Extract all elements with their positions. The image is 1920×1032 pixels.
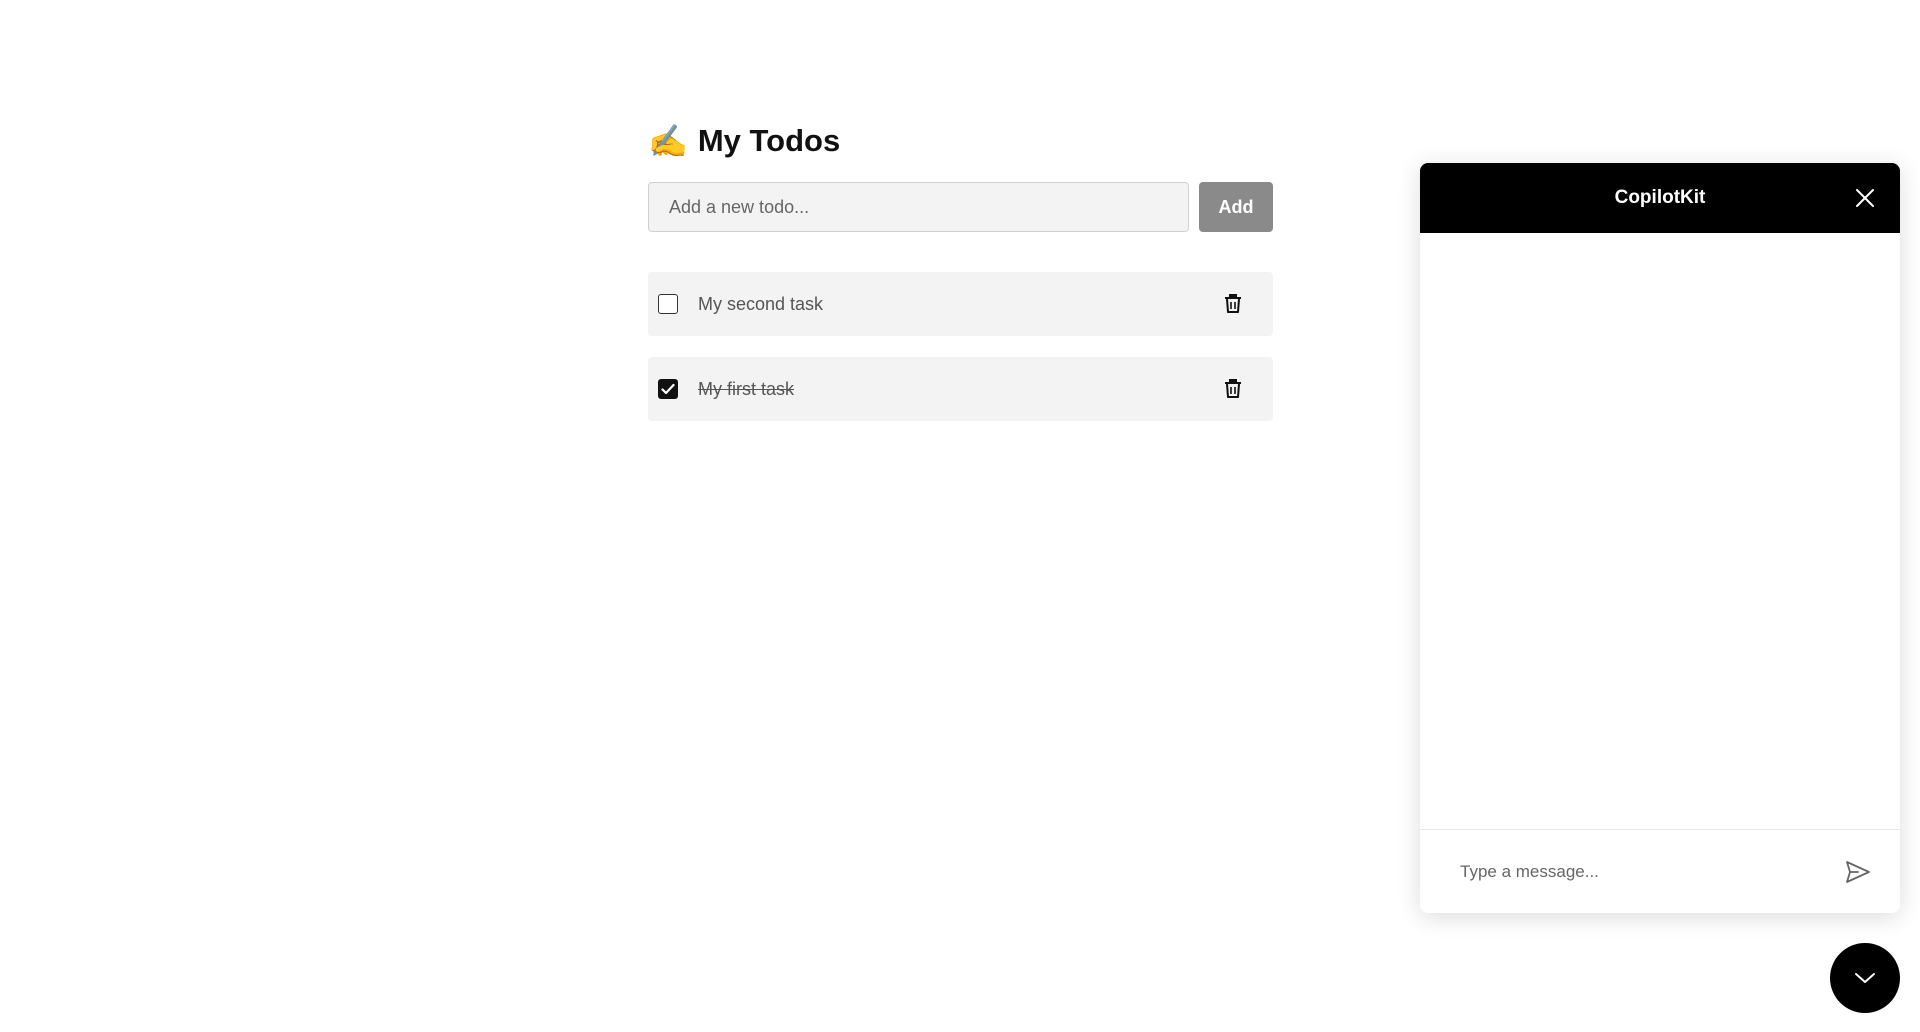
chat-header: CopilotKit	[1420, 163, 1900, 233]
close-icon	[1856, 189, 1874, 207]
page-title: My Todos	[697, 123, 841, 158]
send-icon	[1846, 860, 1870, 883]
todo-text: My second task	[698, 293, 824, 314]
add-button[interactable]: Add	[1199, 182, 1273, 232]
delete-button[interactable]	[1215, 371, 1251, 407]
todo-app: ✍️ My Todos Add My second task	[648, 118, 1273, 442]
todo-checkbox[interactable]	[658, 379, 678, 399]
check-icon	[661, 383, 675, 395]
add-todo-row: Add	[648, 182, 1273, 232]
message-input[interactable]	[1460, 861, 1842, 882]
trash-icon	[1225, 379, 1241, 398]
copilot-chat-panel: CopilotKit	[1420, 163, 1900, 913]
todo-text: My first task	[698, 378, 795, 399]
chevron-down-icon	[1855, 973, 1875, 983]
chat-title: CopilotKit	[1614, 187, 1706, 208]
todo-item: My first task	[648, 357, 1273, 421]
writing-hand-icon: ✍️	[648, 123, 688, 159]
delete-button[interactable]	[1215, 286, 1251, 322]
chat-toggle-button[interactable]	[1830, 943, 1900, 1013]
chat-messages	[1420, 233, 1900, 829]
trash-icon	[1225, 294, 1241, 313]
new-todo-input[interactable]	[648, 182, 1189, 232]
todo-item: My second task	[648, 272, 1273, 336]
close-button[interactable]	[1850, 183, 1880, 213]
page: ✍️ My Todos Add My second task	[0, 0, 1920, 1032]
send-button[interactable]	[1842, 856, 1874, 888]
todo-list: My second task My first task	[648, 272, 1273, 421]
title-row: ✍️ My Todos	[648, 118, 1273, 164]
todo-checkbox[interactable]	[658, 294, 678, 314]
chat-input-bar	[1420, 829, 1900, 913]
